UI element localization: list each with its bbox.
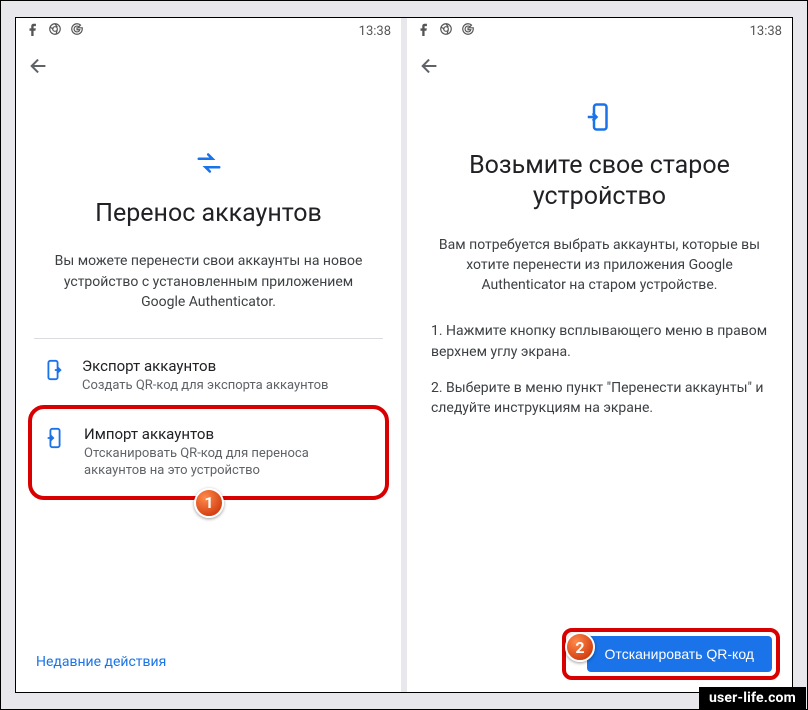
- export-title: Экспорт аккаунтов: [82, 357, 375, 375]
- phone-left: 13:38 Перенос аккаунтов Вы можете перене…: [16, 18, 401, 692]
- step-2: 2. Выберите в меню пункт "Перенести акка…: [431, 378, 768, 419]
- step-1: 1. Нажмите кнопку всплывающего меню в пр…: [431, 321, 768, 362]
- app-bar: [16, 44, 401, 92]
- badge-2: 2: [565, 632, 595, 662]
- import-sub: Отсканировать QR-код для переноса аккаун…: [84, 445, 373, 480]
- clock-time: 13:38: [359, 24, 391, 39]
- page-desc: Вы можете перенести свои аккаунты на нов…: [34, 251, 383, 312]
- status-bar: 13:38: [407, 18, 792, 44]
- clock-time: 13:38: [750, 24, 782, 39]
- phone-right: 13:38 Возьмите свое старое устройство Ва…: [407, 18, 792, 692]
- facebook-icon: [417, 22, 431, 40]
- google-icon: [70, 22, 84, 40]
- watermark: user-life.com: [699, 687, 806, 709]
- facebook-icon: [26, 22, 40, 40]
- badge-1: 1: [194, 488, 224, 518]
- status-bar: 13:38: [16, 18, 401, 44]
- import-accounts-item[interactable]: Импорт аккаунтов Отсканировать QR-код дл…: [34, 409, 383, 496]
- page-title: Возьмите свое старое устройство: [425, 150, 774, 213]
- back-button[interactable]: [419, 55, 441, 81]
- import-title: Импорт аккаунтов: [84, 425, 373, 443]
- import-icon: [44, 427, 68, 453]
- transfer-icon: [34, 150, 383, 176]
- google-icon: [461, 22, 475, 40]
- page-title: Перенос аккаунтов: [34, 198, 383, 229]
- back-button[interactable]: [28, 55, 50, 81]
- export-icon: [42, 359, 66, 385]
- page-desc: Вам потребуется выбрать аккаунты, которы…: [425, 235, 774, 296]
- import-device-icon: [425, 102, 774, 132]
- chrome-icon: [48, 22, 62, 40]
- divider: [34, 338, 383, 339]
- export-sub: Создать QR-код для экспорта аккаунтов: [82, 377, 375, 395]
- scan-qr-button[interactable]: Отсканировать QR-код: [587, 636, 772, 672]
- export-accounts-item[interactable]: Экспорт аккаунтов Создать QR-код для экс…: [34, 343, 383, 409]
- recent-actions-link[interactable]: Недавние действия: [36, 654, 166, 670]
- app-bar: [407, 44, 792, 92]
- chrome-icon: [439, 22, 453, 40]
